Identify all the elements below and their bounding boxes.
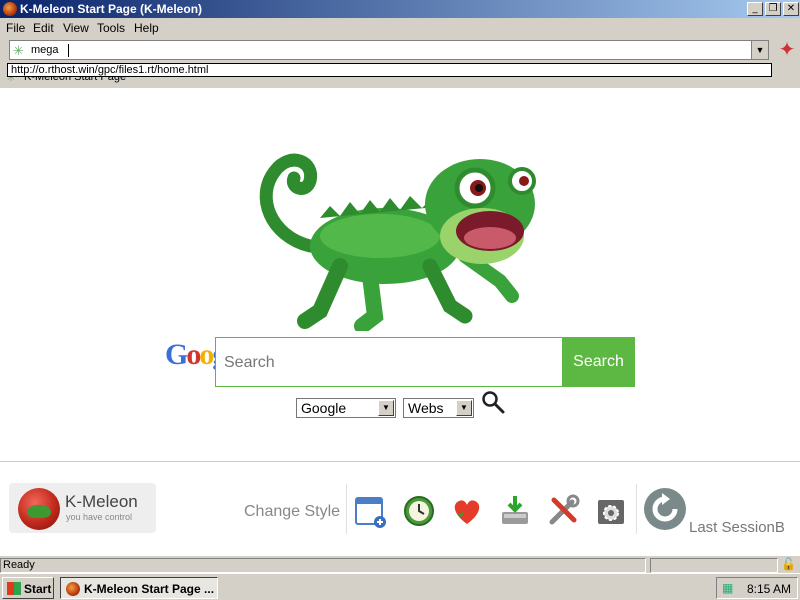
new-tab-icon[interactable] xyxy=(352,492,390,530)
start-label: Start xyxy=(24,582,52,596)
tools-icon[interactable] xyxy=(544,492,582,530)
status-cell xyxy=(650,558,778,573)
url-dropdown-button[interactable]: ▼ xyxy=(751,41,768,59)
divider xyxy=(346,484,347,534)
brand-name: K-Meleon xyxy=(65,492,138,511)
search-button[interactable]: Search xyxy=(562,337,635,387)
menu-view[interactable]: View xyxy=(63,21,89,35)
address-toolbar: ✳ mega ▼ ✦ xyxy=(0,38,800,66)
restore-button[interactable]: ❐ xyxy=(765,2,781,16)
minimize-button[interactable]: _ xyxy=(747,2,763,16)
system-tray: ▦ 8:15 AM xyxy=(716,577,798,599)
favorites-heart-icon[interactable] xyxy=(448,492,486,530)
search-scope-select[interactable]: Webs ▼ xyxy=(403,398,474,418)
window-title: K-Meleon Start Page (K-Meleon) xyxy=(20,2,203,16)
change-style-link[interactable]: Change Style xyxy=(244,503,340,521)
k-meleon-app-icon[interactable] xyxy=(3,2,17,16)
start-button[interactable]: Start xyxy=(2,577,54,599)
search-engine-value: Google xyxy=(301,400,347,416)
status-text: Ready xyxy=(0,558,646,573)
search-icon[interactable] xyxy=(481,390,505,414)
start-page-footer: K-Meleon you have control Change Style L… xyxy=(0,461,800,555)
close-button[interactable]: ✕ xyxy=(783,2,799,16)
divider xyxy=(636,484,637,534)
search-input[interactable]: Search xyxy=(215,337,563,387)
taskbar-item-label: K-Meleon Start Page ... xyxy=(84,582,215,596)
menu-tools[interactable]: Tools xyxy=(97,21,125,35)
last-session-label[interactable]: Last SessionB xyxy=(689,519,785,536)
menu-help[interactable]: Help xyxy=(134,21,159,35)
menu-bar: File Edit View Tools Help xyxy=(0,18,800,38)
security-lock-icon[interactable]: 🔓 xyxy=(781,557,796,571)
download-icon[interactable] xyxy=(496,492,534,530)
settings-gear-icon[interactable] xyxy=(592,492,630,530)
menu-file[interactable]: File xyxy=(6,21,25,35)
k-meleon-app-icon xyxy=(66,582,80,596)
windows-flag-icon xyxy=(7,582,21,595)
k-meleon-brand[interactable]: K-Meleon you have control xyxy=(9,483,156,533)
url-input[interactable]: ✳ mega ▼ xyxy=(9,40,769,60)
clock: 8:15 AM xyxy=(747,582,792,596)
url-autocomplete-suggestion[interactable]: http://o.rthost.win/gpc/files1.rt/home.h… xyxy=(7,63,772,77)
network-icon[interactable]: ▦ xyxy=(722,581,733,595)
text-caret xyxy=(68,44,69,57)
loading-spinner-icon: ✳ xyxy=(13,43,24,58)
throbber-icon: ✦ xyxy=(778,39,796,61)
taskbar-item-k-meleon[interactable]: K-Meleon Start Page ... xyxy=(60,577,218,599)
search-engine-select[interactable]: Google ▼ xyxy=(296,398,396,418)
title-bar: K-Meleon Start Page (K-Meleon) _ ❐ ✕ xyxy=(0,0,800,18)
page-content: Google Search Search Google ▼ Webs ▼ K-M… xyxy=(0,88,800,555)
k-meleon-logo-icon xyxy=(18,488,60,530)
status-bar: Ready 🔓 xyxy=(0,555,800,573)
search-placeholder: Search xyxy=(224,354,275,371)
brand-tagline: you have control xyxy=(66,512,133,522)
search-scope-value: Webs xyxy=(408,400,444,416)
url-input-value[interactable]: mega xyxy=(31,44,59,56)
last-session-icon[interactable] xyxy=(642,486,688,532)
history-clock-icon[interactable] xyxy=(400,492,438,530)
windows-taskbar: Start K-Meleon Start Page ... ▦ 8:15 AM xyxy=(0,573,800,600)
menu-edit[interactable]: Edit xyxy=(33,21,54,35)
chevron-down-icon[interactable]: ▼ xyxy=(456,400,472,416)
chameleon-mascot-image xyxy=(259,153,536,331)
chevron-down-icon[interactable]: ▼ xyxy=(378,400,394,416)
